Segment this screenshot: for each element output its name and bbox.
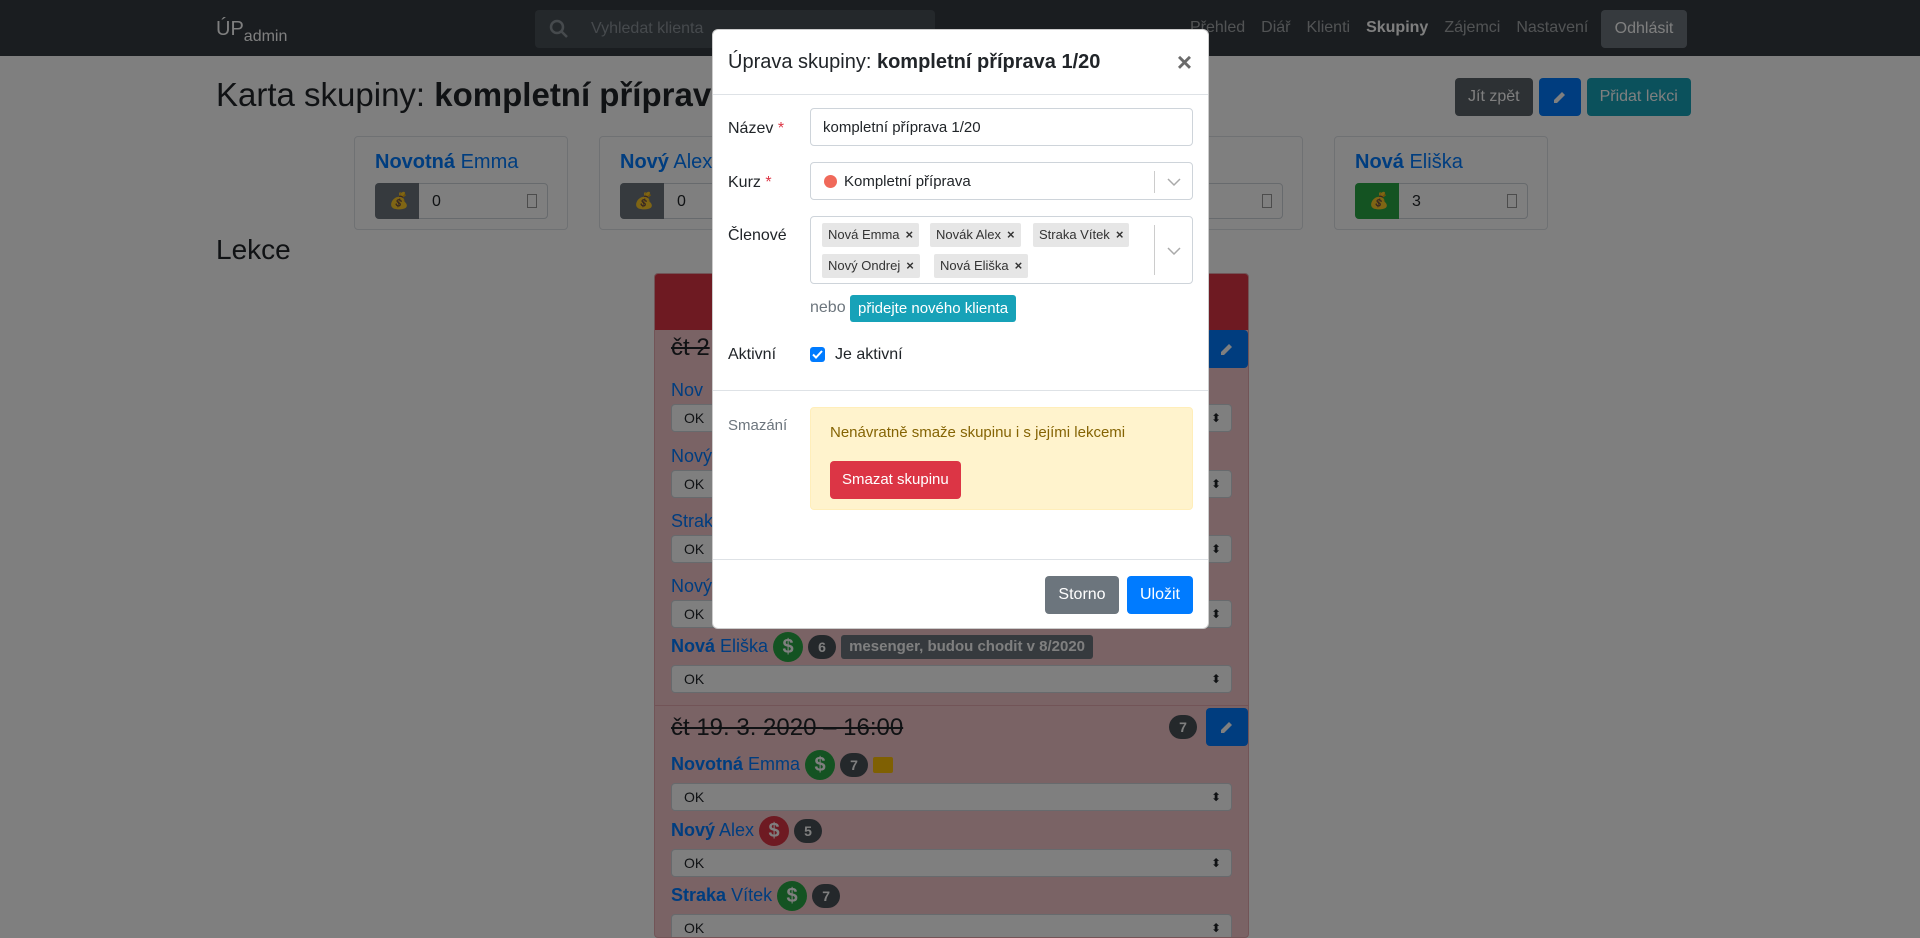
delete-warning-text: Nenávratně smaže skupinu i s jejími lekc…: [830, 424, 1126, 441]
save-button[interactable]: Uložit: [1127, 576, 1193, 614]
active-checkbox-label[interactable]: Je aktivní: [835, 346, 903, 364]
edit-group-modal: Úprava skupiny: kompletní příprava 1/20 …: [712, 29, 1209, 629]
member-tag: Straka Vítek ×: [1033, 223, 1130, 247]
delete-warning-alert: Nenávratně smaže skupinu i s jejími lekc…: [810, 407, 1193, 510]
remove-icon[interactable]: ×: [1015, 258, 1023, 273]
add-new-client-button[interactable]: přidejte nového klienta: [850, 295, 1017, 322]
modal-header: Úprava skupiny: kompletní příprava 1/20 …: [713, 30, 1208, 95]
course-label: Kurz *: [728, 174, 772, 191]
remove-icon[interactable]: ×: [1007, 227, 1015, 242]
members-label: Členové: [728, 227, 787, 244]
member-tag: Novák Alex ×: [930, 223, 1021, 247]
course-select[interactable]: Kompletní příprava: [810, 162, 1193, 200]
course-color-dot: [824, 175, 837, 188]
or-text: nebo: [810, 299, 846, 316]
delete-label: Smazání: [728, 417, 788, 434]
remove-icon[interactable]: ×: [1116, 227, 1124, 242]
check-icon: [812, 350, 823, 359]
name-field[interactable]: kompletní příprava 1/20: [810, 108, 1193, 146]
member-tag: Nová Emma ×: [822, 223, 920, 247]
delete-group-button[interactable]: Smazat skupinu: [830, 461, 961, 499]
name-label: Název *: [728, 120, 785, 137]
divider: [713, 390, 1208, 391]
members-select[interactable]: Nová Emma × Novák Alex × Straka Vítek × Nov…: [810, 216, 1193, 284]
active-checkbox[interactable]: [810, 347, 825, 362]
remove-icon[interactable]: ×: [906, 227, 914, 242]
divider: [713, 559, 1208, 560]
active-label: Aktivní: [728, 346, 777, 363]
chevron-down-icon[interactable]: [1166, 246, 1182, 256]
member-tag: Nový Ondrej ×: [822, 254, 920, 278]
member-tag: Nová Eliška ×: [934, 254, 1029, 278]
modal-title: Úprava skupiny: kompletní příprava 1/20: [728, 51, 1101, 73]
cancel-button[interactable]: Storno: [1045, 576, 1119, 614]
remove-icon[interactable]: ×: [906, 258, 914, 273]
chevron-down-icon[interactable]: [1166, 177, 1182, 187]
close-icon[interactable]: ×: [1177, 47, 1192, 78]
